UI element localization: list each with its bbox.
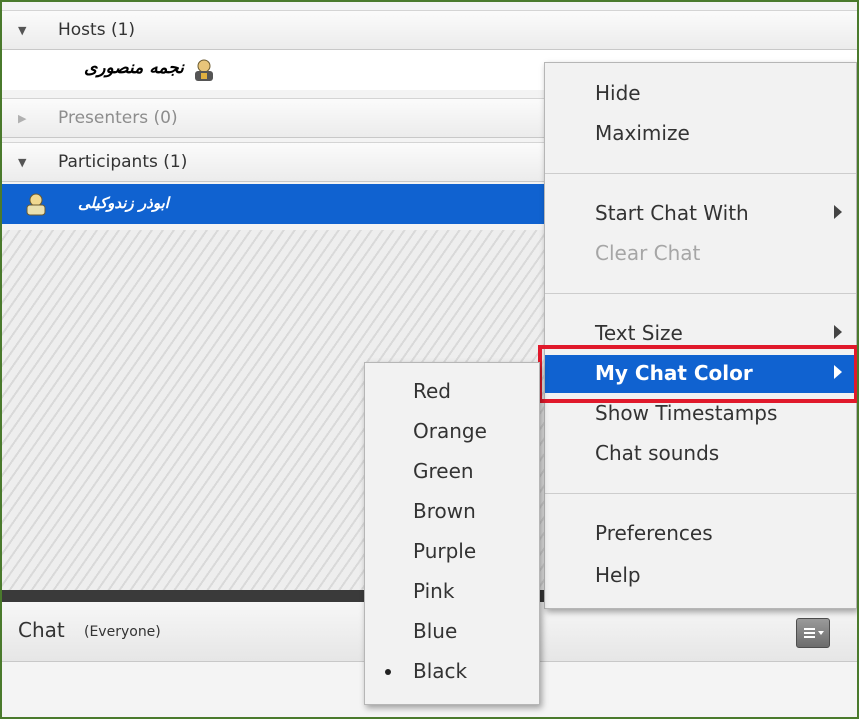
menu-separator <box>545 173 856 174</box>
menu-item-help[interactable]: Help <box>545 557 856 593</box>
menu-list-icon <box>804 628 824 638</box>
chat-color-submenu: Red Orange Green Brown Purple Pink Blue … <box>364 362 540 705</box>
color-option-blue[interactable]: Blue <box>365 611 539 651</box>
menu-item-preferences[interactable]: Preferences <box>545 515 856 551</box>
participants-header-label: Participants (1) <box>58 152 188 172</box>
selected-bullet-icon <box>385 669 391 675</box>
host-avatar-icon <box>195 59 213 81</box>
color-option-orange[interactable]: Orange <box>365 411 539 451</box>
hosts-section-header[interactable]: ▼ Hosts (1) <box>2 10 857 50</box>
expand-triangle-icon: ▼ <box>18 156 27 169</box>
chat-scope: (Everyone) <box>84 624 161 640</box>
collapsed-triangle-icon: ▶ <box>18 112 27 125</box>
menu-item-maximize[interactable]: Maximize <box>545 115 856 151</box>
participant-name: ابوذر زندوکیلی <box>78 194 169 212</box>
host-name: نجمه منصوری <box>84 58 184 78</box>
color-option-pink[interactable]: Pink <box>365 571 539 611</box>
submenu-arrow-icon <box>834 205 842 219</box>
participant-avatar-icon <box>26 193 46 216</box>
menu-separator <box>545 293 856 294</box>
hosts-header-label: Hosts (1) <box>58 20 136 40</box>
menu-item-hide[interactable]: Hide <box>545 75 856 111</box>
color-option-brown[interactable]: Brown <box>365 491 539 531</box>
expand-triangle-icon: ▼ <box>18 24 27 37</box>
chat-options-button[interactable] <box>796 618 830 648</box>
menu-item-start-chat-with[interactable]: Start Chat With <box>545 195 856 231</box>
chat-options-menu: Hide Maximize Start Chat With Clear Chat… <box>544 62 857 609</box>
menu-separator <box>545 493 856 494</box>
color-option-purple[interactable]: Purple <box>365 531 539 571</box>
highlight-callout <box>538 345 857 403</box>
app-frame: ▼ Hosts (1) نجمه منصوری ▶ Presenters (0)… <box>0 0 859 719</box>
menu-item-clear-chat: Clear Chat <box>595 241 701 265</box>
chat-title: Chat <box>18 618 65 642</box>
color-option-green[interactable]: Green <box>365 451 539 491</box>
submenu-arrow-icon <box>834 325 842 339</box>
menu-item-chat-sounds[interactable]: Chat sounds <box>545 435 856 471</box>
presenters-header-label: Presenters (0) <box>58 108 178 128</box>
color-option-black[interactable]: Black <box>365 651 539 691</box>
color-option-red[interactable]: Red <box>365 371 539 411</box>
